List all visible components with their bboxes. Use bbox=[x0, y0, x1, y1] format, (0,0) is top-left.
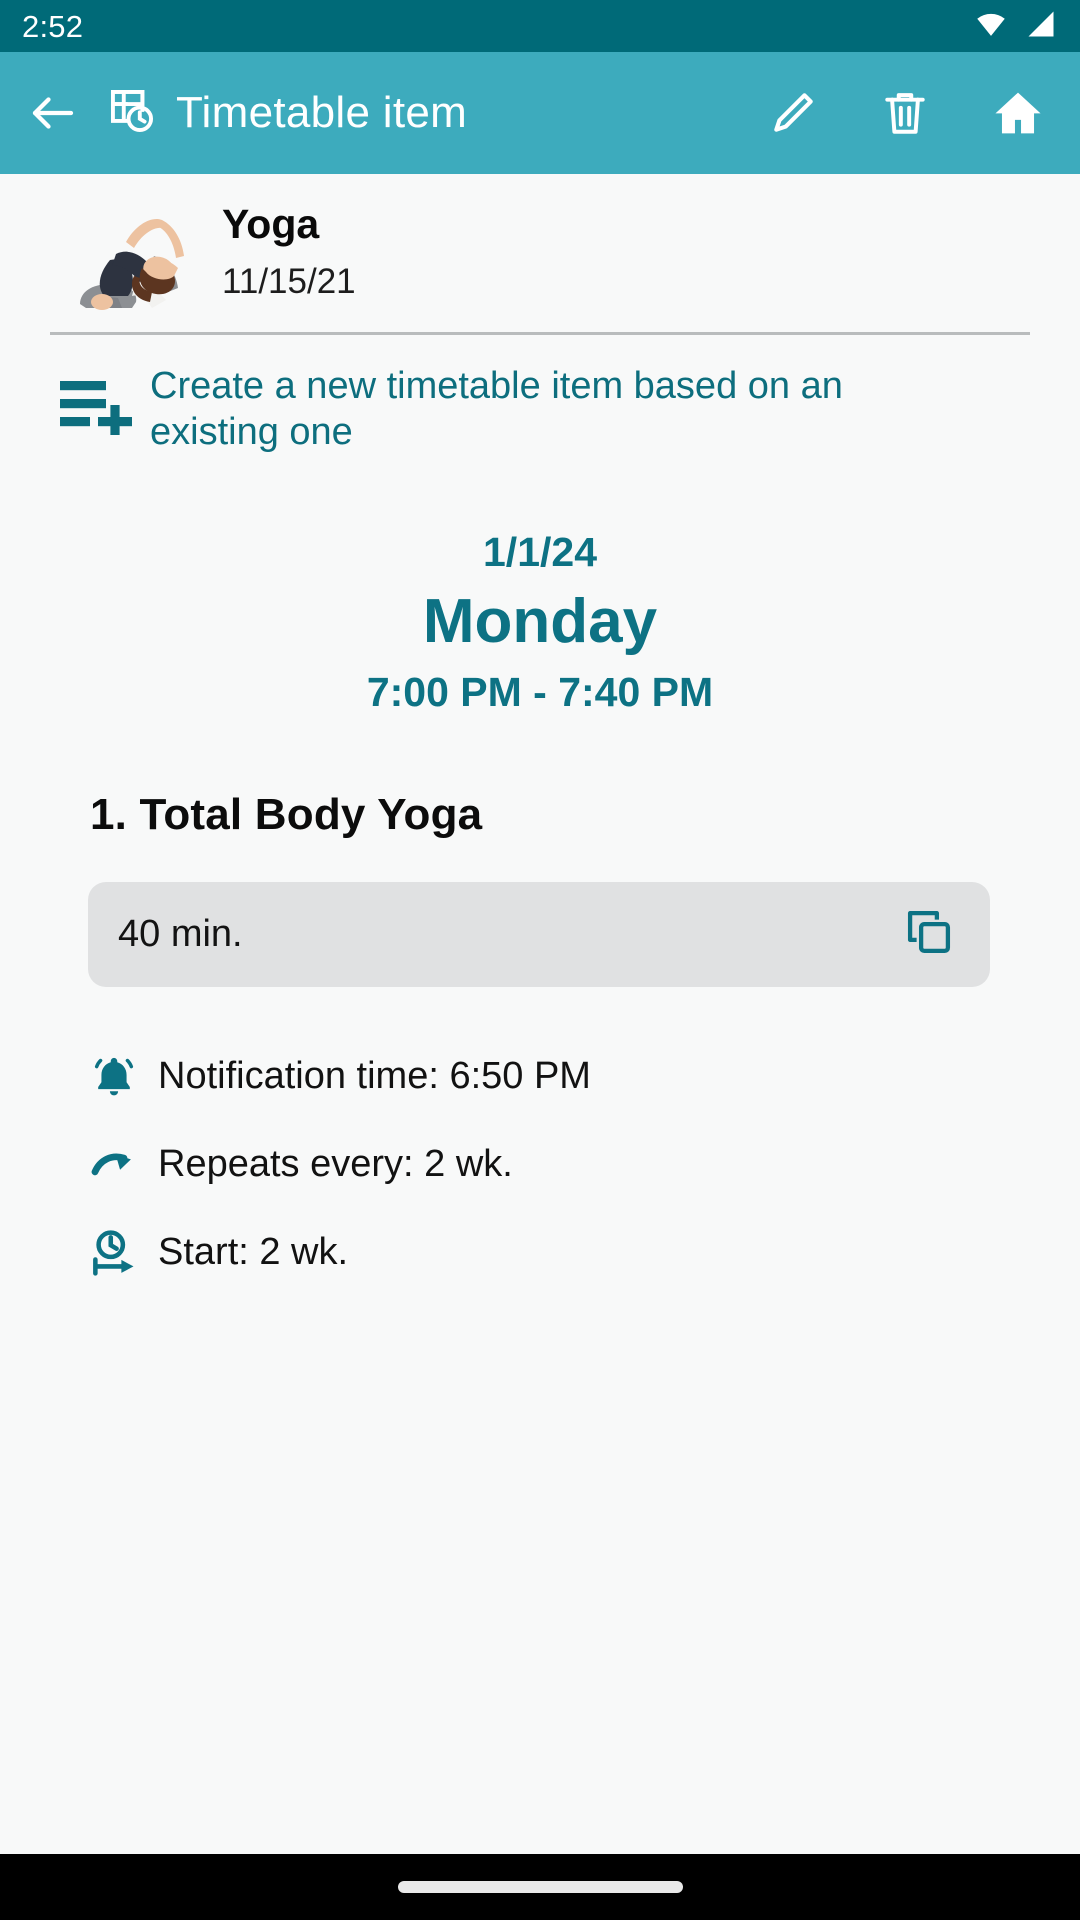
item-header: Yoga 11/15/21 bbox=[0, 174, 1080, 324]
detail-list: Notification time: 6:50 PM Repeats every… bbox=[0, 1033, 1080, 1297]
create-new-timetable-item-row[interactable]: Create a new timetable item based on an … bbox=[0, 335, 1080, 456]
status-bar: 2:52 bbox=[0, 0, 1080, 52]
status-clock: 2:52 bbox=[22, 8, 84, 44]
home-gesture-pill[interactable] bbox=[397, 1881, 683, 1893]
status-icon-group bbox=[972, 9, 1058, 44]
schedule-block: 1/1/24 Monday 7:00 PM - 7:40 PM bbox=[0, 528, 1080, 718]
schedule-day: Monday bbox=[422, 586, 658, 656]
bell-icon bbox=[88, 1051, 154, 1103]
playlist-add-icon bbox=[60, 363, 138, 440]
detail-text: Repeats every: 2 wk. bbox=[158, 1143, 513, 1186]
cellular-signal-icon bbox=[1024, 9, 1058, 44]
item-text-group: Yoga 11/15/21 bbox=[222, 192, 356, 302]
copy-icon[interactable] bbox=[902, 905, 956, 964]
detail-row-notification: Notification time: 6:50 PM bbox=[0, 1033, 1080, 1121]
home-button[interactable] bbox=[992, 87, 1044, 139]
create-new-label: Create a new timetable item based on an … bbox=[150, 365, 843, 454]
session-title: 1. Total Body Yoga bbox=[90, 789, 483, 839]
app-bar: Timetable item bbox=[0, 52, 1080, 174]
app-bar-title-group: Timetable item bbox=[106, 85, 768, 142]
app-bar-actions bbox=[768, 87, 1044, 139]
yoga-pose-image bbox=[66, 196, 194, 324]
detail-text: Notification time: 6:50 PM bbox=[158, 1055, 591, 1098]
edit-button[interactable] bbox=[768, 88, 818, 138]
start-clock-icon bbox=[88, 1227, 154, 1279]
item-name: Yoga bbox=[222, 201, 320, 247]
system-navigation-bar bbox=[0, 1854, 1080, 1920]
page-title: Timetable item bbox=[176, 88, 468, 137]
delete-button[interactable] bbox=[880, 88, 930, 138]
wifi-icon bbox=[972, 9, 1010, 44]
detail-row-repeat: Repeats every: 2 wk. bbox=[0, 1121, 1080, 1209]
detail-row-start: Start: 2 wk. bbox=[0, 1209, 1080, 1297]
schedule-date: 1/1/24 bbox=[483, 528, 597, 575]
duration-card[interactable]: 40 min. bbox=[88, 881, 990, 987]
schedule-time-range: 7:00 PM - 7:40 PM bbox=[366, 669, 714, 716]
phone-screen: 2:52 Timetable item Yoga 11/15/21 Create… bbox=[0, 0, 1080, 1920]
item-date: 11/15/21 bbox=[222, 262, 356, 302]
timetable-clock-icon bbox=[106, 85, 158, 142]
detail-text: Start: 2 wk. bbox=[158, 1231, 349, 1274]
back-button[interactable] bbox=[26, 86, 96, 140]
duration-value: 40 min. bbox=[118, 912, 243, 955]
repeat-arrow-icon bbox=[88, 1139, 154, 1191]
